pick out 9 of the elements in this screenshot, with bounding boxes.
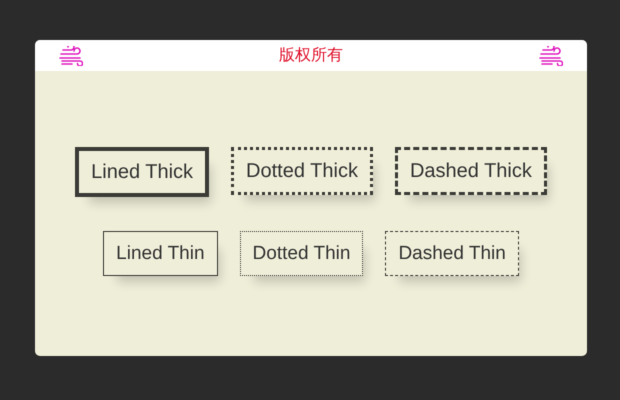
bordered-label: Dashed Thin [385,231,519,276]
bordered-label: Lined Thin [103,231,218,276]
bordered-label: Dotted Thin [240,231,364,276]
wind-icon [59,46,83,66]
bordered-label: Dashed Thick [394,147,547,195]
wind-icon [539,46,563,66]
header-title: 版权所有 [279,46,343,66]
bordered-label: Dotted Thick [231,147,373,195]
bordered-label: Lined Thick [75,147,210,197]
